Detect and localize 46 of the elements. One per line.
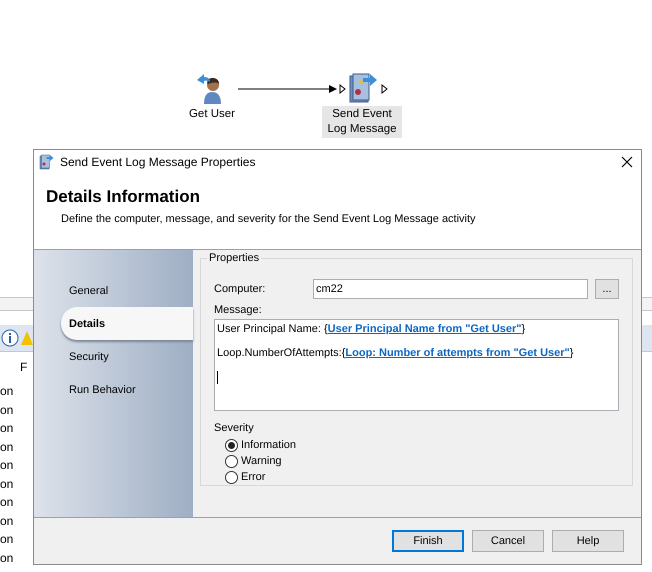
variable-link[interactable]: Loop: Number of attempts from "Get User" <box>345 347 570 359</box>
page-description: Define the computer, message, and severity for the Send Event Log Message activity <box>60 213 477 225</box>
log-cell-text: on <box>0 494 14 511</box>
radio-button[interactable] <box>225 438 238 452</box>
dialog-button[interactable]: Finish <box>392 530 464 552</box>
node-label[interactable]: Get User <box>186 106 237 123</box>
browse-button[interactable]: ... <box>595 279 619 299</box>
log-cell-text: on <box>0 512 14 530</box>
variable-link[interactable]: User Principal Name from "Get User" <box>328 323 522 335</box>
group-legend: Properties <box>207 252 262 264</box>
dialog-button[interactable]: Help <box>552 530 624 552</box>
input-port-icon <box>339 84 346 94</box>
nav-tab[interactable]: Run Behavior <box>34 373 193 406</box>
log-cell-text: on <box>0 531 14 548</box>
event-log-icon <box>38 154 54 170</box>
log-cell-text: on <box>0 457 14 474</box>
info-icon[interactable] <box>1 329 19 347</box>
log-cell-text: on <box>0 438 14 456</box>
window-title: Send Event Log Message Properties <box>60 154 256 168</box>
text-cursor <box>217 371 218 384</box>
radio-button[interactable] <box>225 454 238 468</box>
message-line: Loop.NumberOfAttempts:{Loop: Number of attempts from "Get User"} <box>217 347 574 359</box>
log-cell-text: on <box>0 402 14 418</box>
log-cell-text: on <box>0 550 14 566</box>
radio-label: Information <box>241 439 296 451</box>
field-label: Severity <box>214 422 255 434</box>
page-heading: Details Information <box>46 187 201 207</box>
nav-tab[interactable]: Details <box>61 307 193 340</box>
log-cell-text: on <box>0 383 14 400</box>
dialog-button[interactable]: Cancel <box>472 530 544 552</box>
log-cell-text: on <box>0 476 14 492</box>
close-button[interactable] <box>619 154 635 170</box>
radio-label: Warning <box>241 455 282 467</box>
output-port-icon <box>381 84 388 94</box>
nav-tab[interactable]: Security <box>34 340 193 373</box>
field-label: Message: <box>214 304 263 316</box>
radio-label: Error <box>241 471 266 483</box>
log-cell-text: on <box>0 420 14 437</box>
node-label[interactable]: Send Event Log Message <box>322 106 402 138</box>
message-field[interactable]: User Principal Name: {User Principal Name from "Get User"} Loop.NumberOfAttempts:{Loop: Number of attempts from "Get User"} <box>214 319 619 411</box>
field-label: Computer: <box>214 283 266 295</box>
message-line: User Principal Name: {User Principal Name from "Get User"} <box>217 323 526 335</box>
column-header: F <box>20 360 28 374</box>
computer-field[interactable]: cm22 <box>313 279 588 299</box>
nav-tab[interactable]: General <box>34 274 193 307</box>
radio-button[interactable] <box>225 470 238 484</box>
